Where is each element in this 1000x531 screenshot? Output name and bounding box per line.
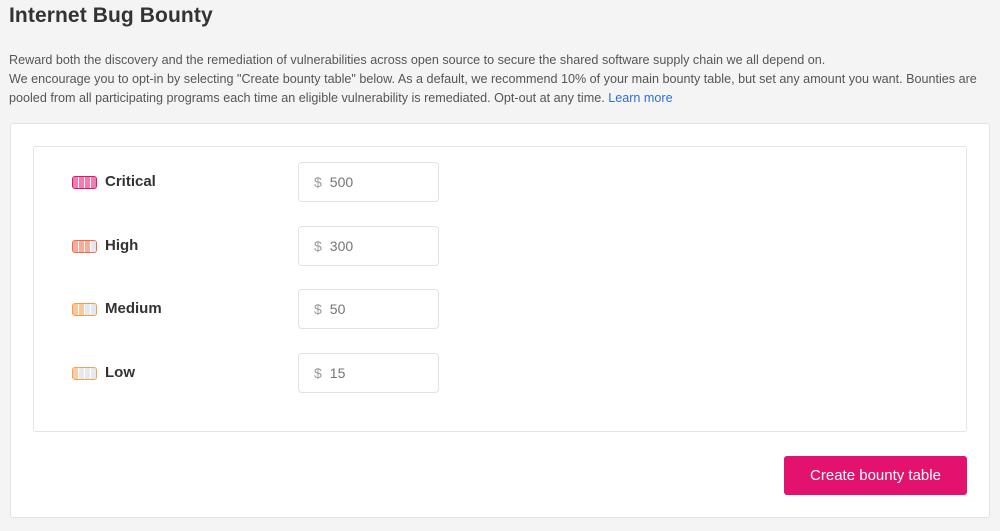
bounty-table: Critical $ High $ Medium $ [33, 146, 967, 432]
severity-segment [79, 304, 85, 315]
severity-critical-icon [72, 176, 97, 189]
bounty-row-low: Low $ [34, 353, 966, 393]
high-amount-field[interactable]: $ [298, 226, 439, 266]
severity-segment [91, 304, 96, 315]
currency-symbol: $ [314, 174, 322, 190]
critical-amount-input[interactable] [329, 174, 420, 190]
high-amount-input[interactable] [329, 238, 420, 254]
bounty-row-medium: Medium $ [34, 289, 966, 329]
medium-amount-input[interactable] [329, 301, 420, 317]
low-amount-field[interactable]: $ [298, 353, 439, 393]
critical-amount-field[interactable]: $ [298, 162, 439, 202]
low-amount-input[interactable] [329, 365, 420, 381]
severity-segment [91, 241, 96, 252]
currency-symbol: $ [314, 238, 322, 254]
severity-label: Low [105, 364, 135, 381]
internet-bug-bounty-page: Internet Bug Bounty Reward both the disc… [0, 0, 1000, 531]
page-title: Internet Bug Bounty [9, 4, 213, 27]
severity-segment [85, 241, 91, 252]
currency-symbol: $ [314, 301, 322, 317]
severity-segment [73, 368, 79, 379]
bounty-row-high: High $ [34, 226, 966, 266]
severity-label: Medium [105, 300, 162, 317]
bounty-card: Critical $ High $ Medium $ [10, 123, 990, 518]
description-line-2-text: We encourage you to opt-in by selecting … [9, 72, 977, 106]
severity-segment [91, 177, 96, 188]
page-description: Reward both the discovery and the remedi… [9, 51, 994, 109]
severity-high-icon [72, 240, 97, 253]
description-line-1: Reward both the discovery and the remedi… [9, 53, 826, 67]
severity-low-icon [72, 367, 97, 380]
severity-label: Critical [105, 173, 156, 190]
bounty-row-critical: Critical $ [34, 162, 966, 202]
severity-medium-icon [72, 303, 97, 316]
description-line-2: We encourage you to opt-in by selecting … [9, 70, 994, 108]
medium-amount-field[interactable]: $ [298, 289, 439, 329]
severity-segment [91, 368, 96, 379]
create-bounty-table-button[interactable]: Create bounty table [784, 456, 967, 495]
severity-label: High [105, 237, 139, 254]
currency-symbol: $ [314, 365, 322, 381]
learn-more-link[interactable]: Learn more [608, 91, 672, 105]
